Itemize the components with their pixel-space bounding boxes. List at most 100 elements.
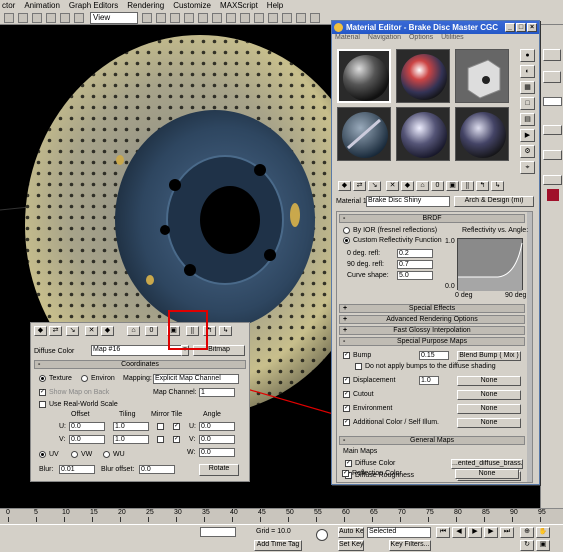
blur-input[interactable]: 0.01 <box>59 465 95 474</box>
next-frame-icon[interactable]: ▶ <box>484 527 498 538</box>
menu-rendering[interactable]: Rendering <box>127 1 164 10</box>
get-material-icon[interactable]: ◆ <box>338 181 351 191</box>
me-menu-utilities[interactable]: Utilities <box>441 34 464 44</box>
menu-customize[interactable]: Customize <box>173 1 211 10</box>
advanced-rendering-rollout[interactable]: + Advanced Rendering Options <box>339 315 525 324</box>
environment-map-button[interactable]: None <box>457 404 521 414</box>
show-end-result-icon[interactable]: ║ <box>461 181 474 191</box>
cp-unique-icon[interactable]: ◆ <box>101 326 114 336</box>
go-to-parent-icon[interactable]: ↰ <box>476 181 489 191</box>
align-icon[interactable] <box>212 13 222 23</box>
sample-slot-5[interactable] <box>396 107 450 161</box>
fast-glossy-rollout[interactable]: + Fast Glossy Interpolation <box>339 326 525 335</box>
v-offset-input[interactable]: 0.0 <box>69 435 105 444</box>
zero-deg-refl-input[interactable]: 0.2 <box>397 249 433 258</box>
no-bump-diffuse-checkbox[interactable] <box>355 363 362 370</box>
pivot-icon[interactable] <box>142 13 152 23</box>
rotate-icon[interactable] <box>32 13 42 23</box>
link-icon[interactable] <box>60 13 70 23</box>
goto-end-icon[interactable]: ⏭ <box>500 527 514 538</box>
set-key-button[interactable]: Set Key <box>338 540 364 551</box>
uv-radio[interactable] <box>39 451 46 458</box>
mapping-select[interactable]: Explicit Map Channel <box>153 374 239 384</box>
u-offset-input[interactable]: 0.0 <box>69 422 105 431</box>
wu-radio[interactable] <box>103 451 110 458</box>
cmd-modify-tab[interactable] <box>543 71 561 83</box>
reflection-color-map-button[interactable]: None <box>455 469 519 479</box>
show-map-back-checkbox[interactable]: ✓ <box>39 389 46 396</box>
mirror-icon[interactable] <box>198 13 208 23</box>
zoom-icon[interactable]: ⊕ <box>520 527 534 538</box>
v-tiling-input[interactable]: 1.0 <box>113 435 149 444</box>
cp-put-scene-icon[interactable]: ⇄ <box>49 326 62 336</box>
coordinates-rollout[interactable]: - Coordinates <box>34 360 246 369</box>
displacement-checkbox[interactable]: ✓ <box>343 377 350 384</box>
select-by-material-icon[interactable]: ⌖ <box>520 161 535 174</box>
brdf-rollout-header[interactable]: - BRDF <box>339 214 525 223</box>
add-time-tag-button[interactable]: Add Time Tag <box>254 540 302 551</box>
sample-slot-1[interactable] <box>337 49 391 103</box>
cutout-checkbox[interactable]: ✓ <box>343 391 350 398</box>
cmd-dropdown[interactable] <box>543 97 562 106</box>
key-set-select[interactable]: Selected <box>367 527 431 538</box>
environment-checkbox[interactable]: ✓ <box>343 405 350 412</box>
cmd-button-2[interactable] <box>543 150 562 160</box>
v-angle-input[interactable]: 0.0 <box>199 435 235 444</box>
ninety-deg-refl-input[interactable]: 0.7 <box>397 260 433 269</box>
texture-radio[interactable] <box>39 375 46 382</box>
cmd-create-tab[interactable] <box>543 49 561 61</box>
material-editor-titlebar[interactable]: Material Editor - Brake Disc Master CGC … <box>332 21 539 34</box>
special-effects-rollout[interactable]: + Special Effects <box>339 304 525 313</box>
menu-animation-partial[interactable]: ctor <box>2 1 15 10</box>
cutout-map-button[interactable]: None <box>457 390 521 400</box>
map-channel-input[interactable]: 1 <box>199 388 235 397</box>
v-mirror-checkbox[interactable] <box>157 436 164 443</box>
special-purpose-maps-rollout[interactable]: - Special Purpose Maps <box>339 337 525 346</box>
menu-help[interactable]: Help <box>267 1 283 10</box>
real-world-scale-checkbox[interactable] <box>39 401 46 408</box>
cp-go-forward-icon[interactable]: ↳ <box>219 326 232 336</box>
bump-amount-input[interactable]: 0.15 <box>419 351 449 360</box>
rollout-scrollbar[interactable] <box>527 212 532 482</box>
scale-icon[interactable] <box>46 13 56 23</box>
cmd-button-1[interactable] <box>543 125 562 135</box>
material-type-button[interactable]: Arch & Design (mi) <box>454 196 534 207</box>
key-icon[interactable] <box>316 529 328 541</box>
timeline-track[interactable]: 0 5 10 15 20 25 30 35 40 45 50 55 60 65 70 75 80 85 90 95 <box>0 508 563 524</box>
blur-offset-input[interactable]: 0.0 <box>139 465 175 474</box>
make-preview-icon[interactable]: ▶ <box>520 129 535 142</box>
put-to-library-icon[interactable]: ⌂ <box>416 181 429 191</box>
cp-mat-id-icon[interactable]: 0 <box>145 326 158 336</box>
render-icon[interactable] <box>296 13 306 23</box>
rotate-button[interactable]: Rotate <box>199 464 239 476</box>
bump-map-button[interactable]: Blend Bump ( Mix ) <box>457 351 521 361</box>
sample-slot-3[interactable] <box>455 49 509 103</box>
menu-animation[interactable]: Animation <box>24 1 60 10</box>
put-to-scene-icon[interactable]: ⇄ <box>353 181 366 191</box>
percent-snap-icon[interactable] <box>184 13 194 23</box>
object-color-swatch[interactable] <box>547 189 559 201</box>
menu-graph-editors[interactable]: Graph Editors <box>69 1 118 10</box>
u-tiling-input[interactable]: 1.0 <box>113 422 149 431</box>
minimize-button[interactable]: _ <box>505 23 515 32</box>
displacement-amount-input[interactable]: 1.0 <box>419 376 439 385</box>
w-angle-input[interactable]: 0.0 <box>199 448 235 457</box>
key-filters-button[interactable]: Key Filters... <box>389 540 431 551</box>
me-menu-options[interactable]: Options <box>409 34 433 44</box>
maximize-button[interactable]: □ <box>516 23 526 32</box>
sample-type-icon[interactable]: ● <box>520 49 535 62</box>
reference-coordinate-select[interactable]: View <box>90 12 138 24</box>
bump-checkbox[interactable]: ✓ <box>343 352 350 359</box>
background-icon[interactable]: ▦ <box>520 81 535 94</box>
schematic-icon[interactable] <box>254 13 264 23</box>
general-maps-rollout[interactable]: - General Maps <box>339 436 525 445</box>
snap-icon[interactable] <box>156 13 166 23</box>
diffuse-color-checkbox[interactable]: ✓ <box>345 460 352 467</box>
options-icon[interactable]: ⚙ <box>520 145 535 158</box>
menu-maxscript[interactable]: MAXScript <box>220 1 258 10</box>
make-unique-icon[interactable]: ◆ <box>401 181 414 191</box>
sample-slot-4[interactable] <box>337 107 391 161</box>
sample-slot-6[interactable] <box>455 107 509 161</box>
me-menu-material[interactable]: Material <box>335 34 360 44</box>
cp-library-icon[interactable]: ⌂ <box>127 326 140 336</box>
